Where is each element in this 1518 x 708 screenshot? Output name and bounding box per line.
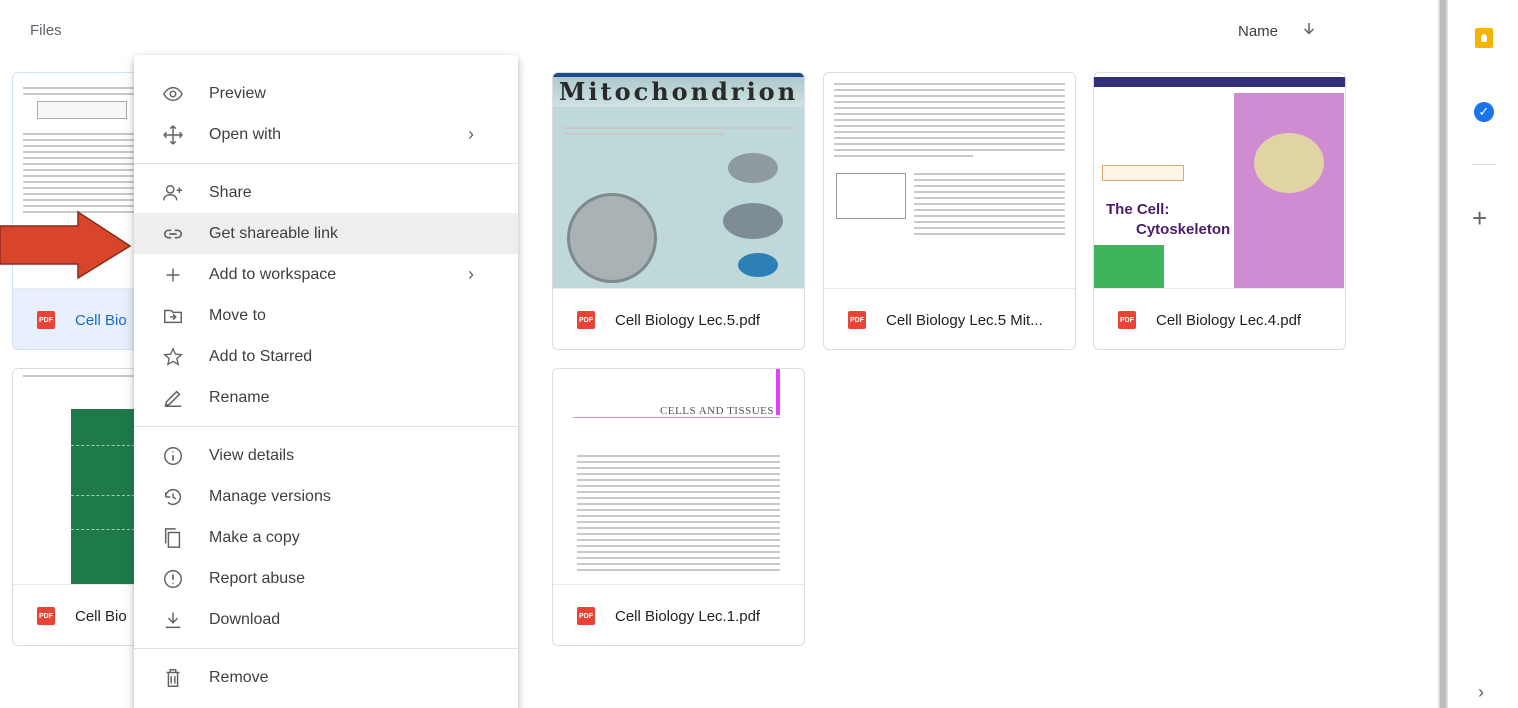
eye-icon xyxy=(162,83,184,105)
download-icon xyxy=(162,609,184,631)
red-arrow-annotation xyxy=(0,210,132,280)
file-card[interactable]: Mitochondrion PDF Cell Biology Lec.5.pdf xyxy=(552,72,805,350)
star-icon xyxy=(162,346,184,368)
thumbnail-subheading: Cytoskeleton xyxy=(1136,221,1231,238)
panel-divider[interactable] xyxy=(1438,0,1448,708)
file-thumbnail xyxy=(824,73,1075,289)
menu-item-label: Get shareable link xyxy=(209,224,338,242)
menu-item-label: View details xyxy=(209,446,295,464)
expand-chevron-icon[interactable]: › xyxy=(1478,682,1484,703)
alert-icon xyxy=(162,568,184,590)
menu-item-label: Rename xyxy=(209,388,270,406)
files-section-label: Files xyxy=(30,22,62,39)
history-icon xyxy=(162,486,184,508)
menu-item-add-to-workspace[interactable]: Add to workspace › xyxy=(134,254,518,295)
menu-item-label: Open with xyxy=(209,125,282,143)
menu-item-report-abuse[interactable]: Report abuse xyxy=(134,558,518,599)
menu-item-rename[interactable]: Rename xyxy=(134,377,518,418)
menu-divider xyxy=(134,648,518,649)
keep-icon[interactable] xyxy=(1475,28,1493,48)
file-title[interactable]: Cell Bio xyxy=(75,312,127,329)
pdf-icon: PDF xyxy=(577,311,595,329)
menu-item-preview[interactable]: Preview xyxy=(134,73,518,114)
file-thumbnail: Mitochondrion xyxy=(553,73,804,289)
menu-divider xyxy=(134,426,518,427)
menu-item-label: Make a copy xyxy=(209,528,300,546)
pdf-icon: PDF xyxy=(37,607,55,625)
menu-item-label: Download xyxy=(209,610,281,628)
menu-item-get-shareable-link[interactable]: Get shareable link xyxy=(134,213,518,254)
file-thumbnail: CELLS AND TISSUES xyxy=(553,369,804,585)
file-title[interactable]: Cell Biology Lec.4.pdf xyxy=(1156,312,1301,329)
menu-item-download[interactable]: Download xyxy=(134,599,518,640)
file-title[interactable]: Cell Biology Lec.5 Mit... xyxy=(886,312,1043,329)
add-addon-icon[interactable]: + xyxy=(1472,205,1487,231)
sort-control[interactable]: Name xyxy=(1238,20,1318,42)
file-card[interactable]: CELLS AND TISSUES PDF Cell Biology Lec.1… xyxy=(552,368,805,646)
copy-icon xyxy=(162,527,184,549)
trash-icon xyxy=(162,667,184,689)
menu-item-remove[interactable]: Remove xyxy=(134,657,518,698)
menu-item-label: Add to workspace xyxy=(209,265,337,283)
file-card[interactable]: PDF Cell Biology Lec.5 Mit... xyxy=(823,72,1076,350)
context-menu: Preview Open with › Share Get shareable … xyxy=(134,55,518,708)
menu-item-manage-versions[interactable]: Manage versions xyxy=(134,476,518,517)
menu-divider xyxy=(134,163,518,164)
file-title[interactable]: Cell Biology Lec.5.pdf xyxy=(615,312,760,329)
pdf-icon: PDF xyxy=(1118,311,1136,329)
menu-item-label: Remove xyxy=(209,668,269,686)
chevron-right-icon: › xyxy=(468,264,474,284)
file-thumbnail: The Cell: Cytoskeleton xyxy=(1094,73,1345,289)
file-card[interactable]: The Cell: Cytoskeleton PDF Cell Biology … xyxy=(1093,72,1346,350)
side-panel-rail: ✓ + › xyxy=(1450,0,1518,708)
menu-item-label: Report abuse xyxy=(209,569,306,587)
menu-item-label: Share xyxy=(209,183,252,201)
sort-label[interactable]: Name xyxy=(1238,23,1278,40)
tasks-icon[interactable]: ✓ xyxy=(1474,102,1494,122)
chevron-right-icon: › xyxy=(468,124,474,144)
menu-item-move-to[interactable]: Move to xyxy=(134,295,518,336)
rail-divider xyxy=(1472,164,1496,165)
menu-item-open-with[interactable]: Open with › xyxy=(134,114,518,155)
info-icon xyxy=(162,445,184,467)
menu-item-add-to-starred[interactable]: Add to Starred xyxy=(134,336,518,377)
pdf-icon: PDF xyxy=(37,311,55,329)
file-title[interactable]: Cell Bio xyxy=(75,608,127,625)
arrow-down-icon[interactable] xyxy=(1300,20,1318,42)
file-title[interactable]: Cell Biology Lec.1.pdf xyxy=(615,608,760,625)
menu-item-view-details[interactable]: View details xyxy=(134,435,518,476)
pencil-icon xyxy=(162,387,184,409)
thumbnail-heading: Mitochondrion xyxy=(558,77,799,106)
menu-item-label: Add to Starred xyxy=(209,347,313,365)
menu-item-share[interactable]: Share xyxy=(134,172,518,213)
plus-icon xyxy=(162,264,184,286)
link-icon xyxy=(162,223,184,245)
menu-item-label: Preview xyxy=(209,84,266,102)
thumbnail-heading: CELLS AND TISSUES xyxy=(659,405,774,417)
thumbnail-heading: The Cell: xyxy=(1106,201,1170,218)
move-arrows-icon xyxy=(162,124,184,146)
person-add-icon xyxy=(162,182,184,204)
pdf-icon: PDF xyxy=(848,311,866,329)
menu-item-make-a-copy[interactable]: Make a copy xyxy=(134,517,518,558)
pdf-icon: PDF xyxy=(577,607,595,625)
menu-item-label: Manage versions xyxy=(209,487,331,505)
folder-move-icon xyxy=(162,305,184,327)
menu-item-label: Move to xyxy=(209,306,266,324)
